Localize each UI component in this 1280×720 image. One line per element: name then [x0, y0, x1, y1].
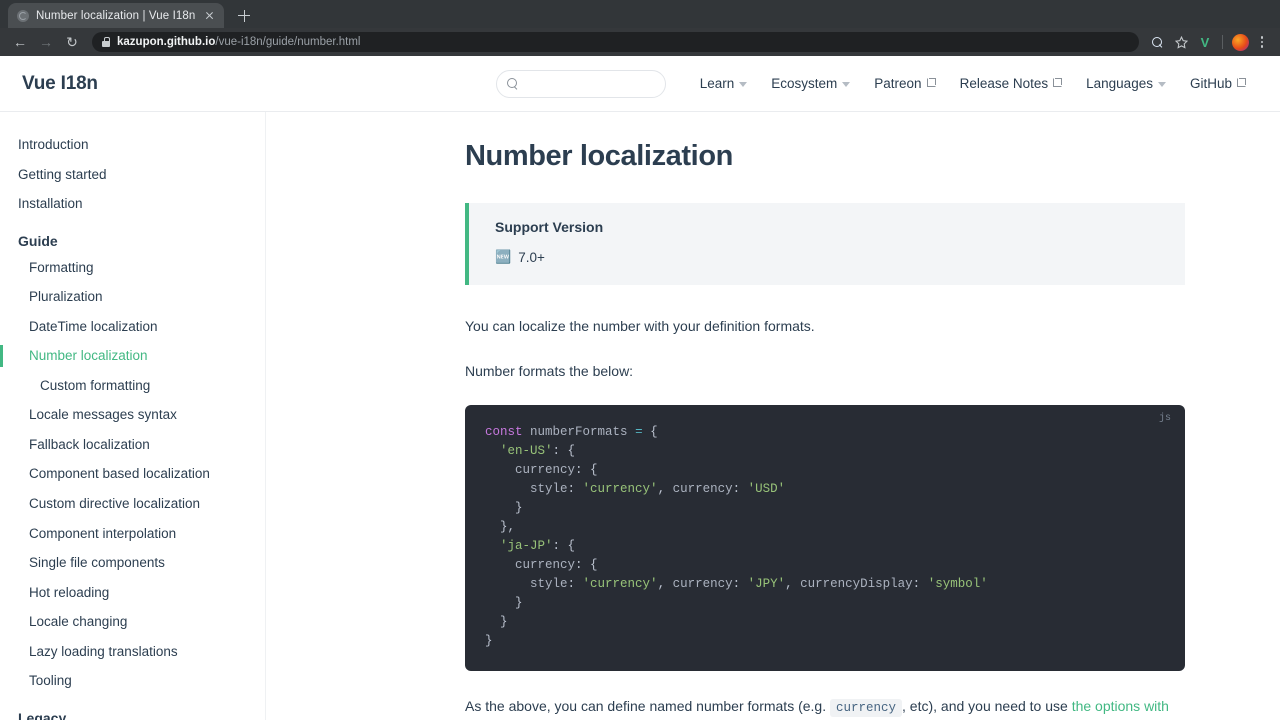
toolbar-actions: V: [1147, 32, 1272, 52]
site-nav-links: Learn Ecosystem Patreon Release Notes La…: [495, 69, 1258, 98]
page-body: Introduction Getting started Installatio…: [0, 112, 1280, 720]
nav-label: GitHub: [1189, 76, 1232, 91]
tab-title: Number localization | Vue I18n: [36, 9, 196, 22]
callout-body: 🆕 7.0+: [495, 249, 1163, 265]
nav-item-github[interactable]: GitHub: [1178, 76, 1258, 91]
sidebar-item-single-file-components[interactable]: Single file components: [0, 548, 265, 578]
sidebar: Introduction Getting started Installatio…: [0, 112, 266, 720]
external-link-icon: [1237, 77, 1246, 87]
nav-label: Patreon: [874, 76, 922, 91]
search-icon: [506, 78, 518, 89]
main-content: Number localization Support Version 🆕 7.…: [266, 112, 1280, 720]
code-block: js const numberFormats = { 'en-US': { cu…: [465, 405, 1185, 672]
inline-code-currency: currency: [830, 699, 903, 718]
toolbar-divider: [1222, 35, 1223, 49]
external-link-icon: [926, 77, 936, 87]
profile-avatar[interactable]: [1230, 32, 1250, 52]
callout-title: Support Version: [495, 219, 604, 235]
sidebar-item-tooling[interactable]: Tooling: [0, 666, 265, 696]
nav-label: Languages: [1086, 76, 1153, 91]
page-title: Number localization: [465, 140, 733, 172]
search-box[interactable]: [495, 69, 666, 98]
vue-ext-label: V: [1200, 34, 1210, 50]
nav-label: Learn: [699, 76, 735, 91]
nav-item-patreon[interactable]: Patreon: [862, 76, 947, 91]
nav-label: Release Notes: [959, 76, 1049, 91]
sidebar-item-custom-formatting[interactable]: Custom formatting: [0, 371, 265, 401]
paragraph-named-formats: As the above, you can define named numbe…: [465, 695, 1185, 720]
nav-item-learn[interactable]: Learn: [688, 76, 760, 91]
close-icon[interactable]: [202, 8, 217, 23]
vue-devtools-icon[interactable]: V: [1195, 32, 1215, 52]
browser-window: Number localization | Vue I18n ← → ↻ kaz…: [0, 0, 1280, 720]
sidebar-group-guide: Guide: [18, 232, 58, 249]
forward-button[interactable]: →: [34, 30, 58, 54]
bookmark-star-icon[interactable]: [1171, 32, 1191, 52]
new-tab-button[interactable]: [230, 3, 258, 28]
paragraph-intro: You can localize the number with your de…: [465, 318, 815, 334]
site-logo[interactable]: Vue I18n: [22, 73, 98, 95]
support-version-value: 7.0+: [518, 249, 545, 265]
sidebar-item-custom-directive-localization[interactable]: Custom directive localization: [0, 489, 265, 519]
code-content[interactable]: const numberFormats = { 'en-US': { curre…: [485, 423, 1163, 651]
support-version-callout: Support Version 🆕 7.0+: [465, 203, 1185, 285]
sidebar-item-locale-changing[interactable]: Locale changing: [0, 607, 265, 637]
code-language-label: js: [1158, 413, 1171, 425]
nav-label: Ecosystem: [771, 76, 838, 91]
url-path: /vue-i18n/guide/number.html: [215, 36, 361, 48]
back-button[interactable]: ←: [8, 30, 32, 54]
sidebar-group-legacy: Legacy: [18, 709, 67, 720]
url-host: kazupon.github.io: [117, 36, 216, 48]
page-favicon: [17, 9, 29, 22]
chevron-down-icon: [739, 82, 748, 87]
sidebar-item-hot-reloading[interactable]: Hot reloading: [0, 578, 265, 608]
nav-item-release-notes[interactable]: Release Notes: [948, 76, 1075, 91]
sidebar-item-lazy-loading-translations[interactable]: Lazy loading translations: [0, 637, 265, 667]
sidebar-item-datetime-localization[interactable]: DateTime localization: [0, 312, 265, 342]
sidebar-item-component-interpolation[interactable]: Component interpolation: [0, 519, 265, 549]
sidebar-item-installation[interactable]: Installation: [0, 189, 265, 219]
sidebar-item-getting-started[interactable]: Getting started: [0, 160, 265, 190]
sidebar-item-introduction[interactable]: Introduction: [0, 130, 265, 160]
paragraph-formats-lead: Number formats the below:: [465, 363, 634, 380]
nav-item-ecosystem[interactable]: Ecosystem: [759, 76, 862, 91]
para3-text-2: , etc), and you need to use: [902, 698, 1068, 715]
new-badge-icon: 🆕: [495, 249, 512, 264]
address-bar[interactable]: kazupon.github.io/vue-i18n/guide/number.…: [92, 32, 1139, 52]
chrome-menu-icon[interactable]: [1254, 36, 1270, 48]
sidebar-item-component-based-localization[interactable]: Component based localization: [0, 459, 265, 489]
chevron-down-icon: [842, 82, 851, 87]
site-header: Vue I18n Learn Ecosystem Patreon Release…: [0, 56, 1280, 112]
page-viewport: Vue I18n Learn Ecosystem Patreon Release…: [0, 56, 1280, 720]
sidebar-item-number-localization[interactable]: Number localization: [0, 341, 265, 371]
chevron-down-icon: [1157, 82, 1166, 87]
search-icon[interactable]: [1147, 32, 1167, 52]
sidebar-item-fallback-localization[interactable]: Fallback localization: [0, 430, 265, 460]
browser-tab[interactable]: Number localization | Vue I18n: [8, 3, 225, 28]
browser-toolbar: ← → ↻ kazupon.github.io/vue-i18n/guide/n…: [0, 28, 1280, 56]
search-input[interactable]: [524, 76, 655, 91]
nav-item-languages[interactable]: Languages: [1074, 76, 1178, 91]
tab-strip: Number localization | Vue I18n: [0, 0, 1280, 28]
external-link-icon: [1053, 77, 1063, 87]
sidebar-item-locale-messages-syntax[interactable]: Locale messages syntax: [0, 400, 265, 430]
sidebar-item-formatting[interactable]: Formatting: [0, 253, 265, 283]
reload-button[interactable]: ↻: [60, 30, 84, 54]
sidebar-item-pluralization[interactable]: Pluralization: [0, 282, 265, 312]
lock-icon: [102, 37, 110, 47]
para3-text-1: As the above, you can define named numbe…: [465, 698, 827, 715]
